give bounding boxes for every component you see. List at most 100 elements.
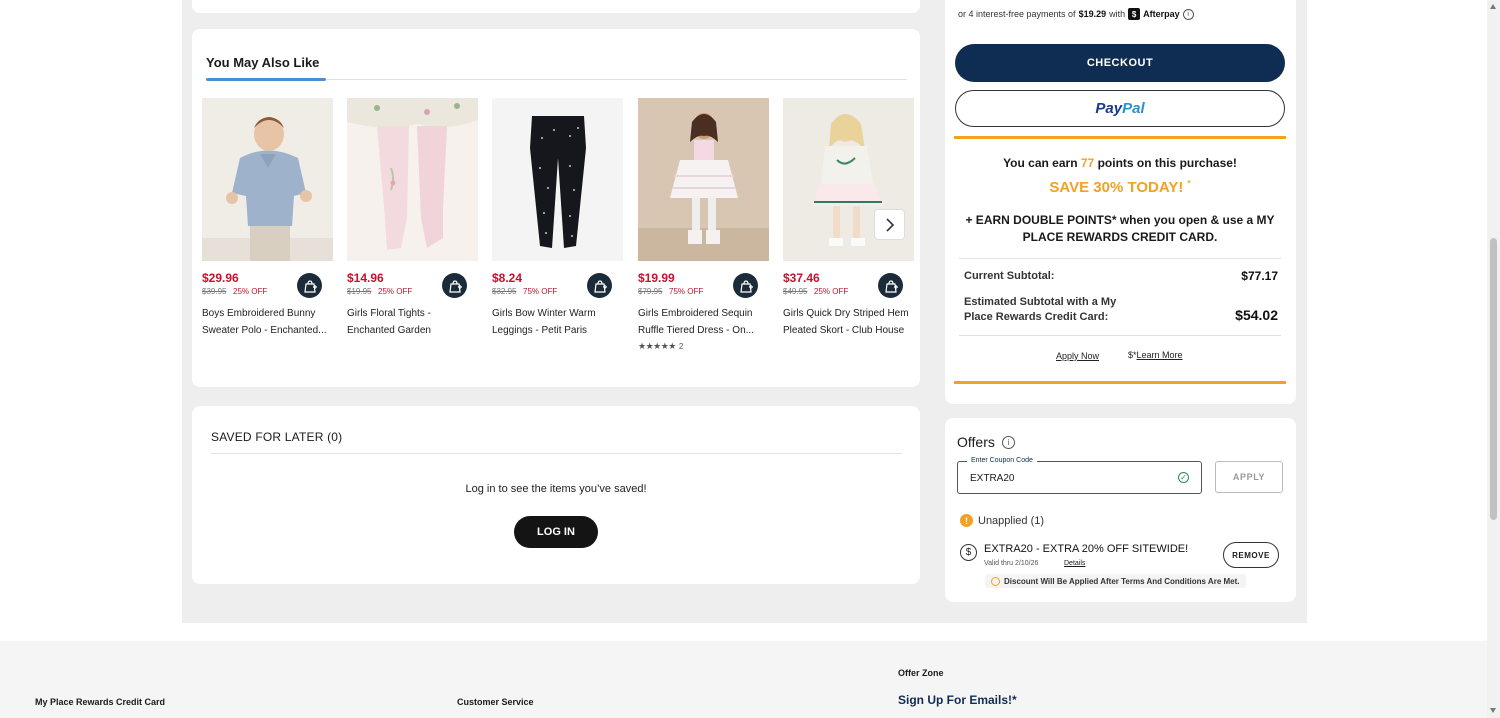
- save-today-text: SAVE 30% TODAY!: [1049, 179, 1184, 196]
- learn-more-link[interactable]: $*Learn More: [1128, 350, 1183, 360]
- product-image[interactable]: [492, 98, 623, 261]
- afterpay-line: or 4 interest-free payments of $19.29 wi…: [958, 8, 1194, 20]
- clock-icon: [991, 576, 1000, 586]
- divider: [211, 453, 902, 454]
- product-name[interactable]: Girls Embroidered Sequin Ruffle Tiered D…: [638, 305, 769, 339]
- afterpay-brand: Afterpay: [1143, 9, 1180, 19]
- sale-price: $8.24: [492, 271, 523, 285]
- add-to-bag-button[interactable]: [587, 273, 612, 298]
- info-icon[interactable]: i: [1182, 8, 1194, 20]
- add-to-bag-icon: [303, 279, 317, 293]
- add-to-bag-icon: [884, 279, 898, 293]
- estimated-subtotal-label: Estimated Subtotal with a My Place Rewar…: [964, 296, 1117, 323]
- saved-for-later-title: SAVED FOR LATER (0): [211, 430, 343, 444]
- remove-coupon-button[interactable]: REMOVE: [1223, 542, 1279, 568]
- apply-coupon-button[interactable]: APPLY: [1215, 461, 1283, 493]
- active-tab-indicator: [206, 78, 326, 81]
- footer-offer-zone-heading: Offer Zone: [898, 668, 944, 678]
- carousel-next-button[interactable]: [874, 209, 905, 240]
- discount-label: 75% OFF: [669, 287, 704, 296]
- product-image[interactable]: [347, 98, 478, 261]
- afterpay-prefix: or 4 interest-free payments of: [958, 9, 1076, 19]
- learn-more-text: Learn More: [1136, 350, 1183, 360]
- sale-price: $19.99: [638, 271, 675, 285]
- coupon-code-label: Enter Coupon Code: [967, 457, 1037, 464]
- sale-price: $29.96: [202, 271, 239, 285]
- earn-points-line: You can earn 77 points on this purchase!: [954, 156, 1286, 170]
- afterpay-with: with: [1109, 9, 1126, 19]
- earn-points-value: 77: [1080, 156, 1095, 170]
- coupon-valid-date: Valid thru 2/10/26: [984, 560, 1039, 567]
- original-price: $39.95: [202, 287, 227, 296]
- divider: [959, 258, 1281, 259]
- check-circle-icon: ✓: [1178, 472, 1189, 483]
- learn-more-mark: $*: [1128, 350, 1137, 360]
- checkout-button[interactable]: CHECKOUT: [955, 44, 1285, 82]
- unapplied-status: ! Unapplied (1): [960, 514, 1044, 527]
- login-button[interactable]: LOG IN: [514, 516, 598, 548]
- discount-note: Discount Will Be Applied After Terms And…: [985, 574, 1246, 588]
- paypal-button[interactable]: Pay Pal: [955, 90, 1285, 127]
- earn-suffix: points on this purchase!: [1097, 156, 1237, 170]
- add-to-bag-button[interactable]: [878, 273, 903, 298]
- original-price: $32.95: [492, 287, 517, 296]
- chevron-right-icon: [885, 217, 894, 232]
- product-image[interactable]: [638, 98, 769, 261]
- coupon-dollar-icon: $: [960, 544, 977, 561]
- add-to-bag-icon: [448, 279, 462, 293]
- paypal-pay-text: Pay: [1095, 100, 1123, 117]
- scroll-down-arrow-icon[interactable]: [1490, 708, 1496, 713]
- product-name[interactable]: Girls Floral Tights - Enchanted Garden: [347, 305, 478, 339]
- divider: [959, 335, 1281, 336]
- product-name[interactable]: Girls Bow Winter Warm Leggings - Petit P…: [492, 305, 623, 339]
- product-name[interactable]: Boys Embroidered Bunny Sweater Polo - En…: [202, 305, 333, 339]
- coupon-code-value[interactable]: EXTRA20: [970, 473, 1014, 484]
- product-card[interactable]: $8.24 $32.95 75% OFF Girls Bow Winter Wa…: [492, 98, 623, 336]
- tab-you-may-also-like[interactable]: You May Also Like: [206, 55, 319, 70]
- info-icon[interactable]: i: [1001, 435, 1015, 449]
- add-to-bag-button[interactable]: [297, 273, 322, 298]
- cart-items-card-bottom: [192, 0, 920, 13]
- coupon-details-link[interactable]: Details: [1064, 560, 1085, 567]
- coupon-code-input[interactable]: Enter Coupon Code EXTRA20 ✓: [957, 457, 1202, 494]
- save-today-banner: SAVE 30% TODAY! *: [954, 179, 1286, 196]
- add-to-bag-icon: [739, 279, 753, 293]
- add-to-bag-button[interactable]: [442, 273, 467, 298]
- star-rating: ★★★★★ 2: [638, 341, 683, 352]
- product-image[interactable]: [202, 98, 333, 261]
- original-price: $19.95: [347, 287, 372, 296]
- offers-card: Offers i Enter Coupon Code EXTRA20 ✓ APP…: [945, 418, 1296, 602]
- discount-label: 25% OFF: [378, 287, 413, 296]
- page-scrollbar[interactable]: [1487, 0, 1500, 718]
- email-signup-link[interactable]: Sign Up For Emails!*: [898, 693, 1017, 707]
- product-card[interactable]: $29.96 $39.95 25% OFF Boys Embroidered B…: [202, 98, 333, 336]
- apply-now-link[interactable]: Apply Now: [1056, 351, 1099, 361]
- add-to-bag-button[interactable]: [733, 273, 758, 298]
- estimated-subtotal-value: $54.02: [1235, 307, 1278, 323]
- stars-icon: ★★★★★: [638, 341, 676, 351]
- save-today-mark: *: [1187, 179, 1191, 188]
- rewards-promo: You can earn 77 points on this purchase!…: [954, 136, 1286, 384]
- discount-label: 75% OFF: [523, 287, 558, 296]
- product-name[interactable]: Girls Quick Dry Striped Hem Pleated Skor…: [783, 305, 914, 339]
- scrollbar-thumb[interactable]: [1490, 238, 1497, 520]
- current-subtotal-label: Current Subtotal:: [964, 270, 1055, 282]
- order-summary-card: or 4 interest-free payments of $19.29 wi…: [945, 0, 1296, 404]
- scroll-up-arrow-icon[interactable]: [1490, 4, 1496, 9]
- warning-icon: !: [960, 514, 973, 527]
- footer: Offer Zone Sign Up For Emails!* My Place…: [0, 641, 1487, 718]
- offers-title: Offers i: [957, 434, 1015, 450]
- footer-customer-service-heading[interactable]: Customer Service: [457, 697, 534, 707]
- product-card[interactable]: $19.99 $79.95 75% OFF Girls Embroidered …: [638, 98, 769, 351]
- product-card[interactable]: $14.96 $19.95 25% OFF Girls Floral Tight…: [347, 98, 478, 336]
- saved-login-message: Log in to see the items you’ve saved!: [465, 483, 647, 495]
- sale-price: $37.46: [783, 271, 820, 285]
- afterpay-logo-icon: $: [1128, 8, 1141, 20]
- footer-rewards-card-heading[interactable]: My Place Rewards Credit Card: [35, 697, 165, 707]
- discount-label: 25% OFF: [814, 287, 849, 296]
- review-count: 2: [678, 342, 684, 351]
- afterpay-amount: $19.29: [1078, 9, 1107, 19]
- paypal-pal-text: Pal: [1122, 100, 1145, 117]
- discount-label: 25% OFF: [233, 287, 268, 296]
- original-price: $49.95: [783, 287, 808, 296]
